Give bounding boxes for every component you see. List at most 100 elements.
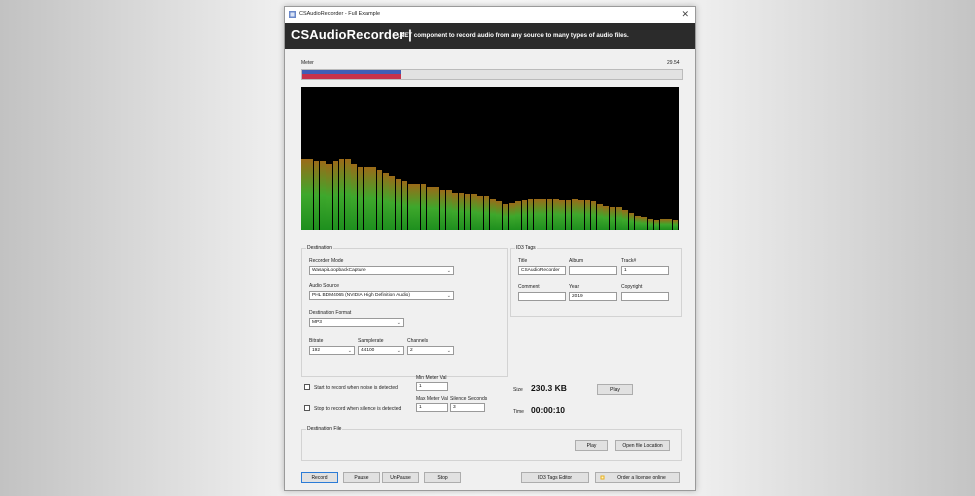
product-name: CSAudioRecorder | <box>291 27 412 42</box>
bitrate-label: Bitrate <box>309 338 324 344</box>
id3-track-label: Track# <box>621 258 637 264</box>
recorder-mode-value: WasapiLoopbackCapture <box>312 268 366 273</box>
app-icon <box>289 11 296 18</box>
spectrum-bar <box>439 189 446 230</box>
audio-source-label: Audio Source <box>309 283 340 289</box>
id3-year-label: Year <box>569 284 580 290</box>
spectrum-bar <box>458 192 465 230</box>
open-file-location-button[interactable]: Open file Location <box>615 440 670 451</box>
spectrum-bar <box>546 198 553 230</box>
order-license-label: Order a license online <box>617 475 666 481</box>
spectrum-bar <box>634 215 641 230</box>
chevron-down-icon: ⌄ <box>446 268 451 274</box>
destination-format-label: Destination Format <box>309 310 352 316</box>
window-title: CSAudioRecorder - Full Example <box>299 11 381 17</box>
chevron-down-icon: ⌄ <box>446 348 451 354</box>
min-meter-input[interactable]: 1 <box>416 382 448 391</box>
spectrum-bar <box>534 198 540 230</box>
start-on-noise-checkbox[interactable] <box>304 384 310 390</box>
spectrum-bar <box>452 192 458 230</box>
max-meter-label: Max Meter Val <box>416 396 448 402</box>
samplerate-label: Samplerate <box>358 338 384 344</box>
id3-album-input[interactable] <box>569 266 617 275</box>
destination-format-value: MP3 <box>312 320 322 325</box>
id3-comment-input[interactable] <box>518 292 566 301</box>
time-label: Time <box>513 409 524 415</box>
spectrum-bar <box>515 201 521 230</box>
audio-source-select[interactable]: PHL BDM4065 (NVIDIA High Definition Audi… <box>309 291 454 300</box>
chevron-down-icon: ⌄ <box>396 348 401 354</box>
spectrum-bar <box>313 161 320 230</box>
app-window: CSAudioRecorder - Full Example ✕ CSAudio… <box>284 6 696 491</box>
stop-on-silence-label: Stop to record when silence is detected <box>314 406 402 412</box>
spectrum-bar <box>464 194 471 230</box>
product-tagline: .NET component to record audio from any … <box>398 32 629 39</box>
id3-copyright-input[interactable] <box>621 292 669 301</box>
order-license-button[interactable]: Order a license online <box>595 472 680 483</box>
samplerate-value: 44100 <box>361 348 375 353</box>
spectrum-bar <box>408 184 414 230</box>
header-banner: CSAudioRecorder | .NET component to reco… <box>285 23 695 49</box>
stats-play-button[interactable]: Play <box>597 384 633 395</box>
id3-title-input[interactable]: CSAudioRecorder <box>518 266 566 275</box>
spectrum-bar <box>622 209 628 230</box>
destination-play-button[interactable]: Play <box>575 440 608 451</box>
spectrum-bar <box>616 207 622 230</box>
pause-button[interactable]: Pause <box>343 472 380 483</box>
spectrum-bar <box>527 198 534 230</box>
title-bar: CSAudioRecorder - Full Example ✕ <box>285 7 695 23</box>
spectrum-bar <box>653 220 660 230</box>
start-on-noise-label: Start to record when noise is detected <box>314 385 398 391</box>
samplerate-select[interactable]: 44100 ⌄ <box>358 346 404 355</box>
min-meter-label: Min Meter Val <box>416 375 447 381</box>
size-value: 230.3 KB <box>531 383 567 393</box>
spectrum-visualizer <box>301 87 679 230</box>
spectrum-bar <box>565 199 572 230</box>
spectrum-bar <box>389 175 395 230</box>
spectrum-bar <box>433 187 439 230</box>
destination-group-title: Destination <box>306 245 334 251</box>
channels-select[interactable]: 2 ⌄ <box>407 346 454 355</box>
meter-value: 29.54 <box>667 60 680 66</box>
id3-copyright-label: Copyright <box>621 284 643 290</box>
meter-bar-right <box>302 74 401 79</box>
spectrum-bar <box>603 205 610 230</box>
spectrum-bar <box>628 212 635 230</box>
id3-tags-editor-button[interactable]: ID3 Tags Editor <box>521 472 589 483</box>
spectrum-bar <box>660 218 666 230</box>
bitrate-select[interactable]: 192 ⌄ <box>309 346 355 355</box>
chevron-down-icon: ⌄ <box>446 293 451 299</box>
spectrum-bar <box>345 158 351 230</box>
record-button[interactable]: Record <box>301 472 338 483</box>
stop-button[interactable]: Stop <box>424 472 461 483</box>
unpause-button[interactable]: UnPause <box>382 472 419 483</box>
destination-format-select[interactable]: MP3 ⌄ <box>309 318 404 327</box>
spectrum-bar <box>477 195 484 230</box>
spectrum-bar <box>590 201 597 230</box>
bitrate-value: 192 <box>312 348 321 353</box>
audio-source-value: PHL BDM4065 (NVIDIA High Definition Audi… <box>312 293 410 298</box>
spectrum-bar <box>553 198 559 230</box>
spectrum-bar <box>559 199 565 230</box>
spectrum-bar <box>496 201 502 230</box>
recorder-mode-select[interactable]: WasapiLoopbackCapture ⌄ <box>309 266 454 275</box>
spectrum-bar <box>502 204 509 230</box>
max-meter-input[interactable]: 1 <box>416 403 448 412</box>
size-label: Size <box>513 387 523 393</box>
silence-seconds-input[interactable]: 3 <box>450 403 485 412</box>
spectrum-bar <box>376 169 383 230</box>
spectrum-bar <box>597 204 603 230</box>
recorder-mode-label: Recorder Mode <box>309 258 344 264</box>
spectrum-bar <box>338 158 345 230</box>
destination-file-title: Destination File <box>306 426 343 432</box>
channels-value: 2 <box>410 348 413 353</box>
stop-on-silence-checkbox[interactable] <box>304 405 310 411</box>
spectrum-bar <box>351 164 358 230</box>
spectrum-bar <box>672 220 679 230</box>
license-icon <box>600 475 605 480</box>
spectrum-bar <box>326 164 332 230</box>
close-icon[interactable]: ✕ <box>681 9 689 20</box>
id3-track-input[interactable]: 1 <box>621 266 669 275</box>
spectrum-bar <box>332 161 339 230</box>
id3-year-input[interactable]: 2019 <box>569 292 617 301</box>
